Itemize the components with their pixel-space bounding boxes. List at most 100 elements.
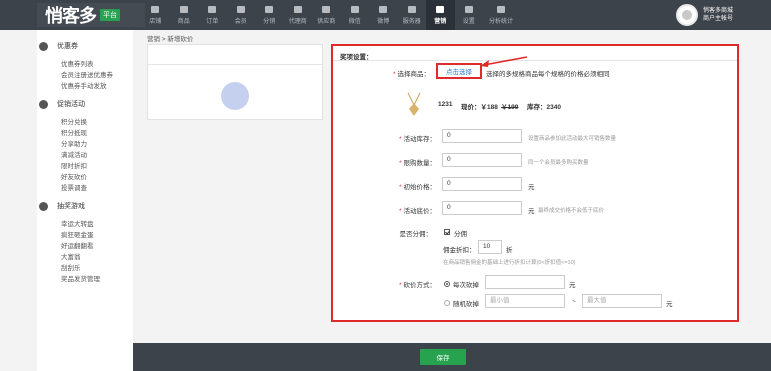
commission-rate-label: 佣金折扣： [443, 247, 476, 254]
floor-price-label-text: 活动底价： [403, 208, 437, 215]
weibo-icon [379, 5, 388, 13]
nav-agent[interactable]: 代理商 [284, 0, 313, 30]
required-mark: * [398, 136, 402, 143]
init-price-label-text: 初始价格： [403, 184, 437, 191]
sidebar-group-lottery[interactable]: 抽奖游戏 [37, 198, 133, 214]
nav-goods[interactable]: 商品 [170, 0, 199, 30]
product-stock: 库存：2340 [527, 104, 561, 111]
choose-product-button[interactable]: 点击选择 [436, 63, 482, 79]
stock-label: * 活动库存： [372, 133, 436, 143]
bargain-min-input[interactable]: 最小值 [485, 294, 565, 308]
bargain-fixed-unit: 元 [569, 282, 576, 289]
preview-divider [148, 64, 322, 65]
marketing-icon [436, 5, 445, 13]
stock-input[interactable]: 0 [442, 129, 522, 143]
commission-rate-input[interactable]: 10 [478, 240, 502, 254]
nav-orders[interactable]: 订单 [198, 0, 227, 30]
nav-label: 商品 [177, 18, 190, 25]
nav-label: 订单 [206, 18, 219, 25]
nav-weibo[interactable]: 微博 [369, 0, 398, 30]
floor-price-input[interactable]: 0 [442, 201, 522, 215]
sidebar-item-scratch[interactable]: 刮刮乐 [37, 263, 133, 274]
lottery-icon [39, 201, 48, 211]
nav-label: 服务器 [402, 18, 421, 25]
supplier-icon [322, 5, 331, 13]
required-mark: * [392, 71, 396, 78]
account-role: 商户主帐号 [703, 16, 734, 22]
breadcrumb: 营销 > 新增砍价 [147, 36, 194, 43]
limit-input[interactable]: 0 [442, 153, 522, 167]
bag-icon [179, 5, 188, 13]
sidebar-group-title: 抽奖游戏 [57, 203, 85, 210]
sidebar-item-wheel[interactable]: 幸运大转盘 [37, 219, 133, 230]
wechat-icon [350, 5, 359, 13]
logo[interactable]: 悄客多 平台 [37, 3, 145, 27]
choose-product-label-text: 选择商品： [397, 71, 431, 78]
bargain-fixed-input[interactable] [485, 275, 565, 289]
product-price: 现价：￥188 [461, 104, 498, 111]
save-button[interactable]: 保存 [420, 349, 466, 365]
logo-badge: 平台 [100, 9, 120, 21]
top-navbar: 悄客多 平台 店铺 商品 订单 会员 分销 代理商 供应商 微信 微博 服务器 … [0, 0, 771, 30]
nav-supplier[interactable]: 供应商 [312, 0, 341, 30]
choose-product-hint: 选择的多规格商品每个规格的价格必须相同 [486, 71, 610, 78]
commission-hint: 在商品销售佣金的基础上进行折扣计算(0<折扣值<=10) [443, 260, 576, 266]
nav-distribution[interactable]: 分销 [255, 0, 284, 30]
bargain-label: * 砍价方式： [372, 279, 436, 289]
init-price-label: * 初始价格： [372, 181, 436, 191]
user-menu[interactable]: 悄客多商城 商户主帐号 [676, 4, 733, 26]
bargain-random-radio[interactable] [444, 300, 450, 306]
commission-checkbox[interactable] [444, 229, 450, 235]
store-name: 悄客多商城 [703, 8, 734, 14]
agent-icon [293, 5, 302, 13]
mobile-preview [147, 44, 323, 120]
sidebar-item-vote[interactable]: 投票调查 [37, 183, 133, 194]
floor-price-hint: 最终成交价格不会低于底价 [538, 208, 605, 214]
sidebar-group-promotion[interactable]: 促销活动 [37, 96, 133, 112]
section-divider [333, 60, 737, 61]
sidebar-group-coupon[interactable]: 优惠券 [37, 38, 133, 54]
sidebar-item-monopoly[interactable]: 大富翁 [37, 252, 133, 263]
order-icon [208, 5, 217, 13]
nav-store[interactable]: 店铺 [141, 0, 170, 30]
sidebar-item-golden-egg[interactable]: 疯狂砸金蛋 [37, 230, 133, 241]
sidebar-item-coupon-list[interactable]: 优惠券列表 [37, 59, 133, 70]
sidebar-group-title: 促销活动 [57, 101, 85, 108]
sidebar-item-points-cash[interactable]: 积分抵现 [37, 128, 133, 139]
nav-analytics[interactable]: 分析统计 [483, 0, 519, 30]
bargain-max-input[interactable]: 最大值 [582, 294, 662, 308]
nav-marketing[interactable]: 营销 [426, 0, 455, 30]
sidebar-item-flip-card[interactable]: 好运翻翻看 [37, 241, 133, 252]
sidebar-item-flash-discount[interactable]: 限时折扣 [37, 161, 133, 172]
bargain-fixed-label: 每次砍掉 [453, 282, 479, 289]
sidebar-item-manual-coupon[interactable]: 优惠券手动发放 [37, 81, 133, 92]
nav-label: 微博 [377, 18, 390, 25]
nav-server[interactable]: 服务器 [398, 0, 427, 30]
nav-settings[interactable]: 设置 [455, 0, 484, 30]
main-nav: 店铺 商品 订单 会员 分销 代理商 供应商 微信 微博 服务器 营销 设置 分… [141, 0, 519, 30]
init-price-input[interactable]: 0 [442, 177, 522, 191]
sidebar-item-prize-shipping[interactable]: 奖品发货管理 [37, 274, 133, 285]
bargain-fixed-radio[interactable] [444, 281, 450, 287]
sidebar-item-bargain[interactable]: 好友砍价 [37, 172, 133, 183]
nav-label: 设置 [462, 18, 475, 25]
avatar[interactable] [676, 4, 698, 26]
stock-hint: 设置商品参加此活动最大可销售数量 [528, 136, 617, 142]
nav-label: 供应商 [317, 18, 336, 25]
required-mark: * [398, 184, 402, 191]
sidebar-item-register-coupon[interactable]: 会员注册送优惠券 [37, 70, 133, 81]
sidebar: 优惠券 优惠券列表 会员注册送优惠券 优惠券手动发放 促销活动 积分兑换 积分抵… [37, 30, 133, 371]
sidebar-item-points-exchange[interactable]: 积分兑换 [37, 117, 133, 128]
nav-wechat[interactable]: 微信 [341, 0, 370, 30]
sidebar-item-full-reduction[interactable]: 满减活动 [37, 150, 133, 161]
logo-text: 悄客多 [45, 6, 97, 26]
init-price-unit: 元 [528, 184, 535, 191]
range-separator: ~ [572, 298, 576, 305]
choose-product-label: * 选择商品： [366, 68, 430, 78]
product-thumbnail [402, 91, 426, 117]
required-mark: * [398, 208, 402, 215]
sidebar-item-share-boost[interactable]: 分享助力 [37, 139, 133, 150]
preview-image-placeholder [221, 82, 249, 110]
limit-hint: 同一个会员最多购买数量 [528, 160, 589, 166]
nav-members[interactable]: 会员 [227, 0, 256, 30]
